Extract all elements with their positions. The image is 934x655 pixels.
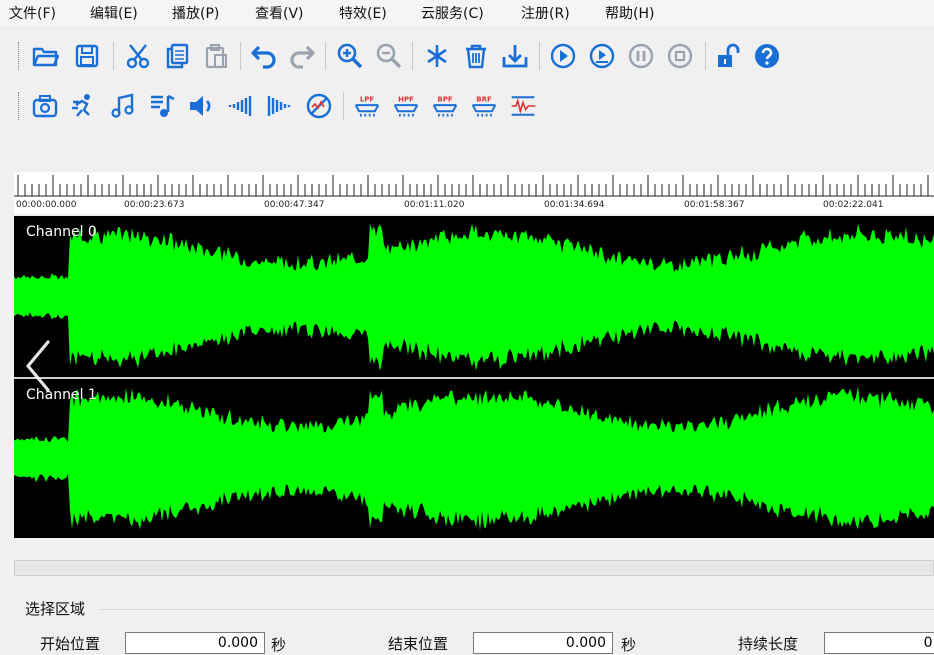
toolbar-separator bbox=[705, 42, 706, 70]
duration-label: 持续长度 bbox=[738, 635, 799, 653]
toolbar-separator bbox=[113, 42, 114, 70]
waveform-graphic bbox=[14, 386, 934, 531]
toolbar-separator bbox=[325, 42, 326, 70]
effects-toolbar: LPF HPF BPF BRF bbox=[0, 86, 934, 126]
toolbar-separator bbox=[343, 92, 344, 120]
svg-text:BRF: BRF bbox=[476, 96, 492, 104]
music-list-icon[interactable] bbox=[145, 90, 179, 122]
snowflake-icon[interactable] bbox=[420, 40, 454, 72]
lpf-icon[interactable]: LPF bbox=[350, 90, 384, 122]
download-icon[interactable] bbox=[498, 40, 532, 72]
menu-help[interactable]: 帮助(H) bbox=[605, 3, 654, 23]
fade-out-icon[interactable] bbox=[262, 90, 296, 122]
music-note-icon[interactable] bbox=[106, 90, 140, 122]
delete-icon[interactable] bbox=[459, 40, 493, 72]
back-arrow-icon[interactable] bbox=[22, 338, 56, 394]
channel-label: Channel 0 bbox=[26, 224, 97, 240]
toolbar-separator bbox=[539, 42, 540, 70]
unlock-icon[interactable] bbox=[711, 40, 745, 72]
horizontal-scrollbar[interactable] bbox=[14, 560, 934, 576]
zoom-out-icon[interactable] bbox=[372, 40, 406, 72]
redo-icon[interactable] bbox=[285, 40, 319, 72]
toolbar-separator bbox=[240, 42, 241, 70]
start-position-label: 开始位置 bbox=[40, 635, 101, 653]
svg-text:HPF: HPF bbox=[398, 96, 414, 104]
menu-register[interactable]: 注册(R) bbox=[521, 3, 570, 23]
waveform-icon[interactable] bbox=[506, 90, 540, 122]
undo-icon[interactable] bbox=[247, 40, 281, 72]
copy-icon[interactable] bbox=[160, 40, 194, 72]
stop-icon[interactable] bbox=[663, 40, 697, 72]
duration-input[interactable] bbox=[824, 632, 934, 654]
volume-icon[interactable] bbox=[184, 90, 218, 122]
ruler-label: 00:00:00.000 bbox=[16, 200, 77, 210]
end-position-input[interactable] bbox=[473, 632, 613, 654]
waveform-graphic bbox=[14, 223, 934, 371]
pause-icon[interactable] bbox=[624, 40, 658, 72]
ruler-ticks bbox=[14, 175, 934, 197]
ruler-label: 00:01:34.694 bbox=[544, 200, 605, 210]
group-border bbox=[100, 609, 934, 610]
selection-group-title: 选择区域 bbox=[25, 600, 86, 618]
play-icon[interactable] bbox=[546, 40, 580, 72]
main-toolbar bbox=[0, 36, 934, 76]
channel-1-waveform[interactable]: Channel 1 bbox=[14, 379, 934, 538]
menu-edit[interactable]: 编辑(E) bbox=[90, 3, 138, 23]
paste-icon[interactable] bbox=[199, 40, 233, 72]
zoom-in-icon[interactable] bbox=[333, 40, 367, 72]
fade-in-icon[interactable] bbox=[223, 90, 257, 122]
ruler-label: 00:02:22.041 bbox=[823, 200, 884, 210]
svg-text:BPF: BPF bbox=[437, 96, 452, 104]
bpf-icon[interactable]: BPF bbox=[428, 90, 462, 122]
waveform-shape bbox=[14, 223, 934, 371]
hpf-icon[interactable]: HPF bbox=[389, 90, 423, 122]
ruler-label: 00:00:47.347 bbox=[264, 200, 325, 210]
toolbar-separator bbox=[412, 42, 413, 70]
menu-play[interactable]: 播放(P) bbox=[172, 3, 219, 23]
end-position-label: 结束位置 bbox=[388, 635, 449, 653]
start-position-input[interactable] bbox=[125, 632, 265, 654]
menu-file[interactable]: 文件(F) bbox=[9, 3, 56, 23]
mute-icon[interactable] bbox=[302, 90, 336, 122]
help-icon[interactable] bbox=[750, 40, 784, 72]
ruler-label: 00:01:11.020 bbox=[404, 200, 465, 210]
menu-view[interactable]: 查看(V) bbox=[255, 3, 304, 23]
time-ruler[interactable]: 00:00:00.000 00:00:23.673 00:00:47.347 0… bbox=[14, 172, 934, 214]
ruler-label: 00:00:23.673 bbox=[124, 200, 185, 210]
play-loop-icon[interactable] bbox=[585, 40, 619, 72]
brf-icon[interactable]: BRF bbox=[467, 90, 501, 122]
open-folder-icon[interactable] bbox=[28, 40, 62, 72]
ruler-label: 00:01:58.367 bbox=[684, 200, 745, 210]
camera-icon[interactable] bbox=[28, 90, 62, 122]
toolbar-grip[interactable] bbox=[18, 92, 22, 120]
menu-bar: 文件(F) 编辑(E) 播放(P) 查看(V) 特效(E) 云服务(C) 注册(… bbox=[0, 0, 934, 26]
save-icon[interactable] bbox=[70, 40, 104, 72]
waveform-shape bbox=[14, 386, 934, 531]
menu-cloud[interactable]: 云服务(C) bbox=[421, 3, 484, 23]
channel-0-waveform[interactable]: Channel 0 bbox=[14, 216, 934, 377]
menu-effects[interactable]: 特效(E) bbox=[339, 3, 387, 23]
run-icon[interactable] bbox=[67, 90, 101, 122]
toolbar-grip[interactable] bbox=[18, 42, 22, 70]
svg-text:LPF: LPF bbox=[360, 96, 375, 104]
cut-icon[interactable] bbox=[121, 40, 155, 72]
